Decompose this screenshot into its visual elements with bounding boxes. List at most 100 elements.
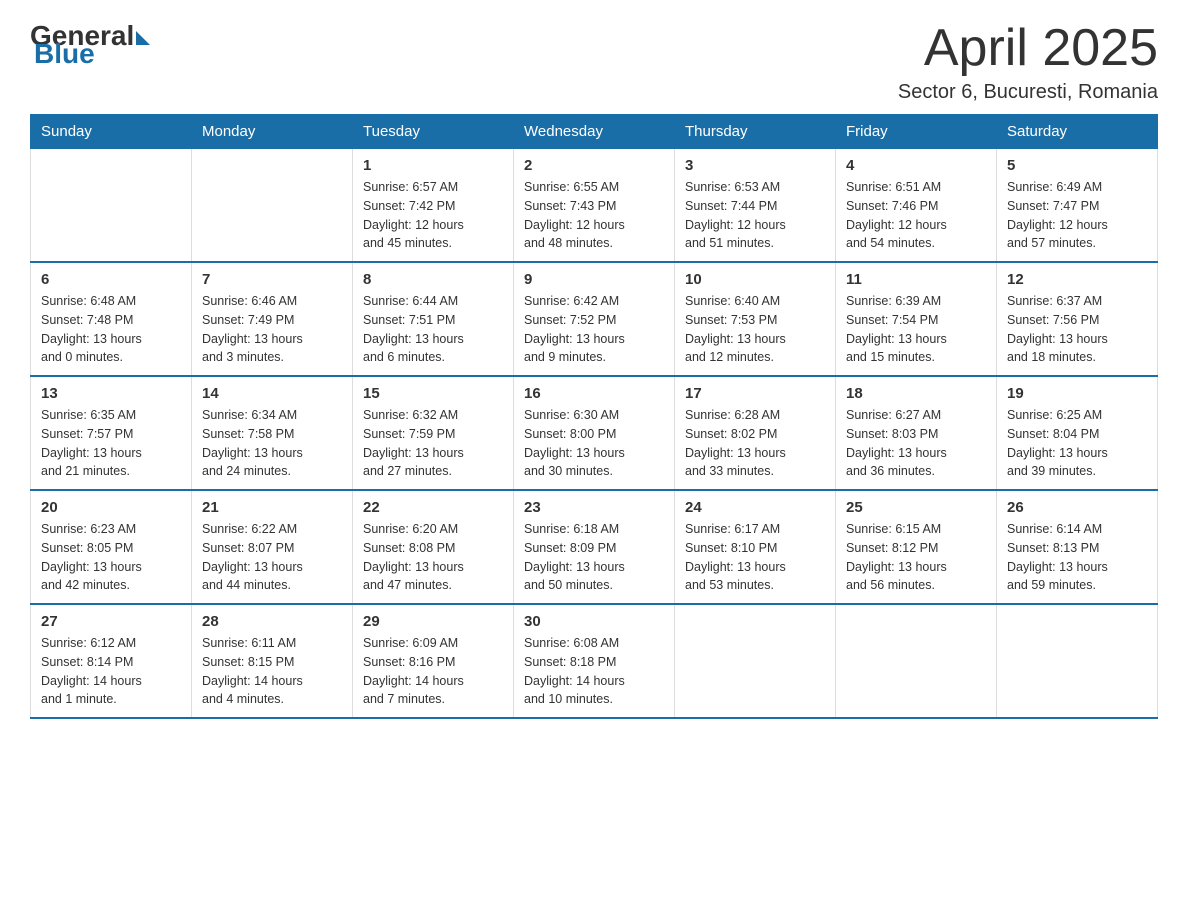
day-info: Sunrise: 6:17 AMSunset: 8:10 PMDaylight:…	[685, 520, 825, 595]
day-number: 8	[363, 271, 503, 288]
day-info: Sunrise: 6:48 AMSunset: 7:48 PMDaylight:…	[41, 292, 181, 367]
calendar-day-19: 19 Sunrise: 6:25 AMSunset: 8:04 PMDayligh…	[997, 376, 1158, 490]
calendar-header: SundayMondayTuesdayWednesdayThursdayFrid…	[31, 115, 1158, 149]
calendar-day-3: 3Sunrise: 6:53 AMSunset: 7:44 PMDaylight…	[675, 149, 836, 263]
day-info: Sunrise: 6:40 AMSunset: 7:53 PMDaylight:…	[685, 292, 825, 367]
calendar-day-25: 25Sunrise: 6:15 AMSunset: 8:12 PMDayligh…	[836, 490, 997, 604]
day-info: Sunrise: 6:55 AMSunset: 7:43 PMDaylight:…	[524, 178, 664, 253]
day-number: 28	[202, 613, 342, 630]
calendar-day-4: 4 Sunrise: 6:51 AMSunset: 7:46 PMDaylight…	[836, 149, 997, 263]
empty-cell	[31, 149, 192, 263]
day-number: 5	[1007, 157, 1147, 174]
day-header-saturday: Saturday	[997, 115, 1158, 149]
day-info: Sunrise: 6:34 AMSunset: 7:58 PMDaylight:…	[202, 406, 342, 481]
day-info: Sunrise: 6:28 AMSunset: 8:02 PMDaylight:…	[685, 406, 825, 481]
day-info: Sunrise: 6:14 AMSunset: 8:13 PMDaylight:…	[1007, 520, 1147, 595]
calendar-day-17: 17Sunrise: 6:28 AMSunset: 8:02 PMDayligh…	[675, 376, 836, 490]
day-info: Sunrise: 6:27 AMSunset: 8:03 PMDaylight:…	[846, 406, 986, 481]
calendar-day-14: 14 Sunrise: 6:34 AMSunset: 7:58 PMDayligh…	[192, 376, 353, 490]
calendar-day-8: 8Sunrise: 6:44 AMSunset: 7:51 PMDaylight…	[353, 262, 514, 376]
day-number: 22	[363, 499, 503, 516]
day-info: Sunrise: 6:32 AMSunset: 7:59 PMDaylight:…	[363, 406, 503, 481]
day-info: Sunrise: 6:51 AMSunset: 7:46 PMDaylight:…	[846, 178, 986, 253]
day-info: Sunrise: 6:42 AMSunset: 7:52 PMDaylight:…	[524, 292, 664, 367]
calendar-day-13: 13 Sunrise: 6:35 AMSunset: 7:57 PMDayligh…	[31, 376, 192, 490]
empty-cell	[192, 149, 353, 263]
day-number: 23	[524, 499, 664, 516]
day-info: Sunrise: 6:25 AMSunset: 8:04 PMDaylight:…	[1007, 406, 1147, 481]
day-info: Sunrise: 6:37 AMSunset: 7:56 PMDaylight:…	[1007, 292, 1147, 367]
day-number: 2	[524, 157, 664, 174]
day-number: 29	[363, 613, 503, 630]
days-of-week-row: SundayMondayTuesdayWednesdayThursdayFrid…	[31, 115, 1158, 149]
day-info: Sunrise: 6:08 AMSunset: 8:18 PMDaylight:…	[524, 634, 664, 709]
day-number: 1	[363, 157, 503, 174]
day-number: 11	[846, 271, 986, 288]
day-header-monday: Monday	[192, 115, 353, 149]
calendar-day-18: 18 Sunrise: 6:27 AMSunset: 8:03 PMDayligh…	[836, 376, 997, 490]
calendar-week-4: 20Sunrise: 6:23 AMSunset: 8:05 PMDayligh…	[31, 490, 1158, 604]
day-header-thursday: Thursday	[675, 115, 836, 149]
logo-arrow-icon	[136, 31, 150, 45]
calendar-week-1: 1 Sunrise: 6:57 AMSunset: 7:42 PMDaylight…	[31, 149, 1158, 263]
day-number: 7	[202, 271, 342, 288]
calendar-table: SundayMondayTuesdayWednesdayThursdayFrid…	[30, 114, 1158, 719]
day-info: Sunrise: 6:53 AMSunset: 7:44 PMDaylight:…	[685, 178, 825, 253]
calendar-day-15: 15Sunrise: 6:32 AMSunset: 7:59 PMDayligh…	[353, 376, 514, 490]
calendar-day-1: 1 Sunrise: 6:57 AMSunset: 7:42 PMDaylight…	[353, 149, 514, 263]
day-number: 9	[524, 271, 664, 288]
calendar-body: 1 Sunrise: 6:57 AMSunset: 7:42 PMDaylight…	[31, 149, 1158, 719]
page-header: General Blue April 2025 Sector 6, Bucure…	[30, 20, 1158, 104]
calendar-day-23: 23 Sunrise: 6:18 AMSunset: 8:09 PMDayligh…	[514, 490, 675, 604]
calendar-week-3: 13 Sunrise: 6:35 AMSunset: 7:57 PMDayligh…	[31, 376, 1158, 490]
day-number: 6	[41, 271, 181, 288]
empty-cell	[836, 604, 997, 718]
calendar-day-30: 30 Sunrise: 6:08 AMSunset: 8:18 PMDayligh…	[514, 604, 675, 718]
day-number: 24	[685, 499, 825, 516]
calendar-day-2: 2 Sunrise: 6:55 AMSunset: 7:43 PMDaylight…	[514, 149, 675, 263]
calendar-day-10: 10 Sunrise: 6:40 AMSunset: 7:53 PMDayligh…	[675, 262, 836, 376]
day-number: 12	[1007, 271, 1147, 288]
calendar-day-20: 20Sunrise: 6:23 AMSunset: 8:05 PMDayligh…	[31, 490, 192, 604]
day-number: 10	[685, 271, 825, 288]
day-info: Sunrise: 6:35 AMSunset: 7:57 PMDaylight:…	[41, 406, 181, 481]
day-info: Sunrise: 6:23 AMSunset: 8:05 PMDaylight:…	[41, 520, 181, 595]
day-info: Sunrise: 6:12 AMSunset: 8:14 PMDaylight:…	[41, 634, 181, 709]
day-info: Sunrise: 6:20 AMSunset: 8:08 PMDaylight:…	[363, 520, 503, 595]
calendar-day-27: 27Sunrise: 6:12 AMSunset: 8:14 PMDayligh…	[31, 604, 192, 718]
day-info: Sunrise: 6:49 AMSunset: 7:47 PMDaylight:…	[1007, 178, 1147, 253]
day-info: Sunrise: 6:15 AMSunset: 8:12 PMDaylight:…	[846, 520, 986, 595]
day-number: 16	[524, 385, 664, 402]
empty-cell	[675, 604, 836, 718]
calendar-day-24: 24 Sunrise: 6:17 AMSunset: 8:10 PMDayligh…	[675, 490, 836, 604]
day-number: 13	[41, 385, 181, 402]
day-info: Sunrise: 6:39 AMSunset: 7:54 PMDaylight:…	[846, 292, 986, 367]
calendar-day-12: 12 Sunrise: 6:37 AMSunset: 7:56 PMDayligh…	[997, 262, 1158, 376]
day-number: 4	[846, 157, 986, 174]
calendar-day-16: 16Sunrise: 6:30 AMSunset: 8:00 PMDayligh…	[514, 376, 675, 490]
calendar-week-5: 27Sunrise: 6:12 AMSunset: 8:14 PMDayligh…	[31, 604, 1158, 718]
day-info: Sunrise: 6:11 AMSunset: 8:15 PMDaylight:…	[202, 634, 342, 709]
calendar-day-22: 22 Sunrise: 6:20 AMSunset: 8:08 PMDayligh…	[353, 490, 514, 604]
calendar-subtitle: Sector 6, Bucuresti, Romania	[898, 81, 1158, 104]
calendar-title: April 2025	[898, 20, 1158, 77]
day-number: 30	[524, 613, 664, 630]
day-number: 14	[202, 385, 342, 402]
day-number: 21	[202, 499, 342, 516]
day-header-sunday: Sunday	[31, 115, 192, 149]
calendar-day-26: 26Sunrise: 6:14 AMSunset: 8:13 PMDayligh…	[997, 490, 1158, 604]
calendar-day-21: 21Sunrise: 6:22 AMSunset: 8:07 PMDayligh…	[192, 490, 353, 604]
day-header-tuesday: Tuesday	[353, 115, 514, 149]
day-header-friday: Friday	[836, 115, 997, 149]
calendar-week-2: 6 Sunrise: 6:48 AMSunset: 7:48 PMDaylight…	[31, 262, 1158, 376]
day-info: Sunrise: 6:57 AMSunset: 7:42 PMDaylight:…	[363, 178, 503, 253]
day-info: Sunrise: 6:09 AMSunset: 8:16 PMDaylight:…	[363, 634, 503, 709]
calendar-day-7: 7 Sunrise: 6:46 AMSunset: 7:49 PMDaylight…	[192, 262, 353, 376]
day-info: Sunrise: 6:18 AMSunset: 8:09 PMDaylight:…	[524, 520, 664, 595]
calendar-day-29: 29 Sunrise: 6:09 AMSunset: 8:16 PMDayligh…	[353, 604, 514, 718]
day-number: 19	[1007, 385, 1147, 402]
calendar-day-6: 6 Sunrise: 6:48 AMSunset: 7:48 PMDaylight…	[31, 262, 192, 376]
day-info: Sunrise: 6:46 AMSunset: 7:49 PMDaylight:…	[202, 292, 342, 367]
day-number: 18	[846, 385, 986, 402]
calendar-day-9: 9 Sunrise: 6:42 AMSunset: 7:52 PMDaylight…	[514, 262, 675, 376]
